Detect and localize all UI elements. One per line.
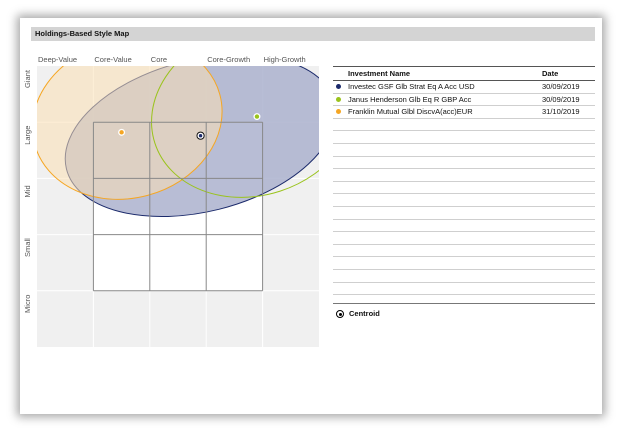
header-date: Date	[542, 69, 559, 78]
table-row: Franklin Mutual Glbl DiscvA(acc)EUR 31/10…	[333, 106, 595, 119]
table-row-empty	[333, 194, 595, 207]
centroid-label: Centroid	[349, 309, 380, 318]
y-category-label: Giant	[23, 69, 32, 88]
table-row-empty	[333, 182, 595, 195]
y-category-label: Small	[23, 238, 32, 257]
table-row-empty	[333, 283, 595, 296]
series-color-dot	[336, 84, 341, 89]
investment-name: Janus Henderson Glb Eq R GBP Acc	[348, 94, 472, 104]
table-row-empty	[333, 157, 595, 170]
table-row-empty	[333, 270, 595, 283]
header-investment-name: Investment Name	[348, 69, 411, 78]
table-row-empty	[333, 119, 595, 132]
investment-date: 30/09/2019	[542, 94, 580, 104]
table-row-empty	[333, 169, 595, 182]
investment-table: Investment Name Date Investec GSF Glb St…	[333, 66, 595, 296]
investment-date: 31/10/2019	[542, 107, 580, 117]
investment-name: Investec GSF Glb Strat Eq A Acc USD	[348, 82, 475, 91]
centroid-legend: Centroid	[333, 303, 595, 318]
series-color-dot	[336, 109, 341, 115]
y-category-label: Micro	[23, 295, 32, 313]
table-row-empty	[333, 257, 595, 270]
series-color-dot	[336, 96, 341, 102]
table-row-empty	[333, 144, 595, 157]
x-category-label: Core-Growth	[207, 55, 250, 64]
centroid-icon	[336, 310, 344, 318]
investment-name: Franklin Mutual Glbl DiscvA(acc)EUR	[348, 107, 473, 117]
table-header: Investment Name Date	[333, 66, 595, 81]
x-category-label: High-Growth	[264, 55, 306, 64]
y-category-label: Mid	[23, 185, 32, 197]
table-row-empty	[333, 232, 595, 245]
investment-date: 30/09/2019	[542, 82, 580, 91]
table-row-empty	[333, 220, 595, 233]
series-point	[254, 114, 260, 119]
table-row-empty	[333, 131, 595, 144]
table-row: Janus Henderson Glb Eq R GBP Acc 30/09/20…	[333, 94, 595, 107]
table-row-empty	[333, 245, 595, 258]
table-row: Investec GSF Glb Strat Eq A Acc USD 30/09…	[333, 81, 595, 94]
x-category-label: Deep-Value	[38, 55, 77, 64]
series-point	[198, 133, 203, 138]
table-body: Investec GSF Glb Strat Eq A Acc USD 30/09…	[333, 81, 595, 296]
y-category-label: Large	[23, 126, 32, 145]
x-category-label: Core-Value	[94, 55, 131, 64]
table-row-empty	[333, 207, 595, 220]
x-category-label: Core	[151, 55, 167, 64]
series-point	[119, 130, 124, 135]
